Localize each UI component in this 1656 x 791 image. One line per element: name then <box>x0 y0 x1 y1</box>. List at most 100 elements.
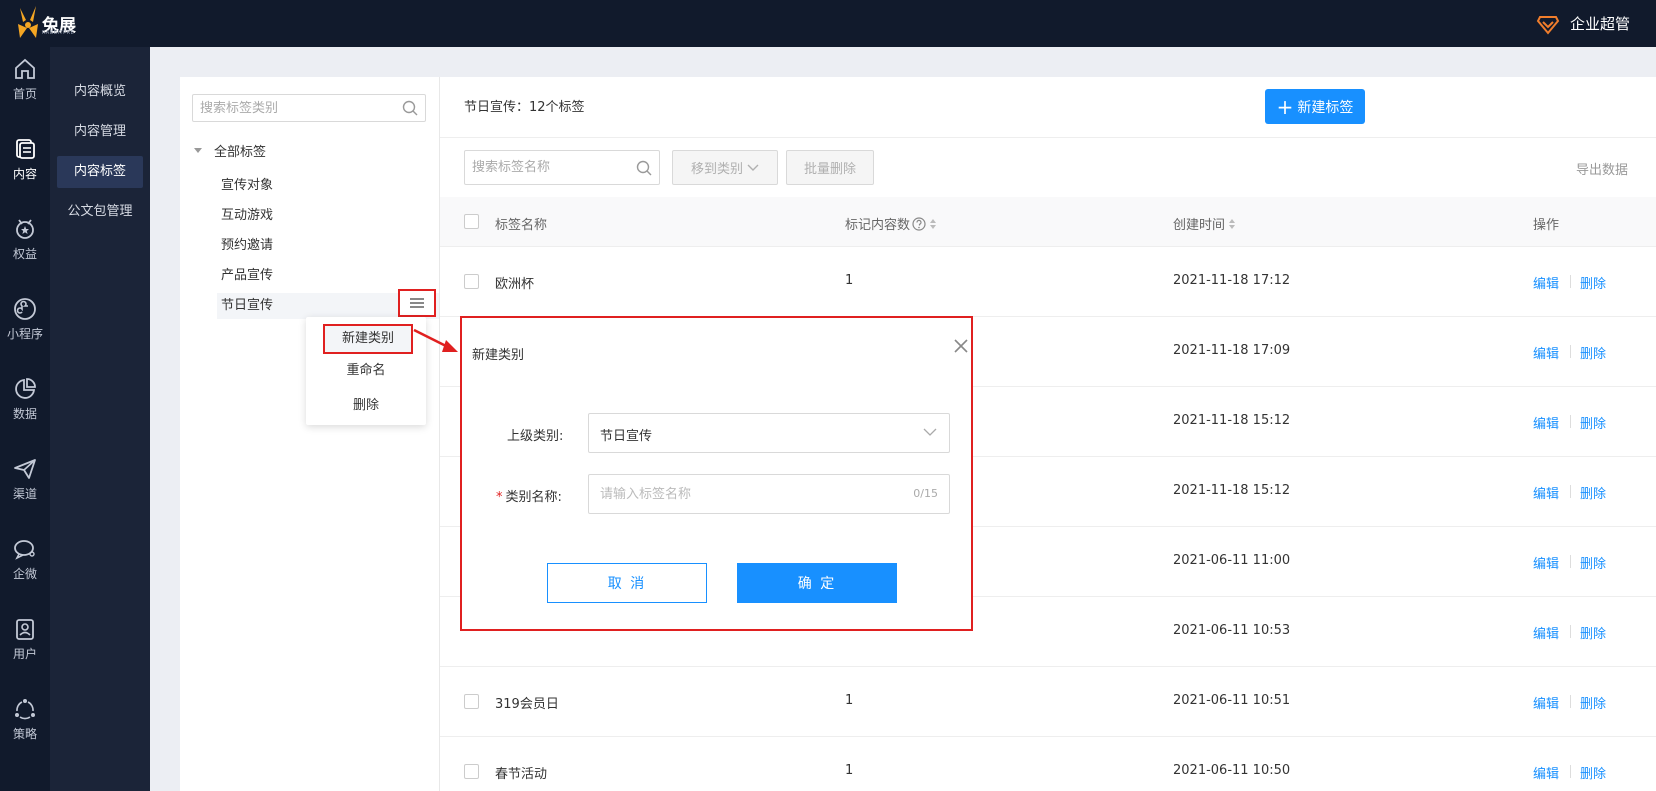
tag-created: 2021-11-18 15:12 <box>1173 483 1291 498</box>
help-circle-icon[interactable] <box>912 216 926 231</box>
tag-created: 2021-11-18 17:12 <box>1173 273 1291 288</box>
nav-item-miniprogram[interactable]: 小程序 <box>0 287 50 351</box>
search-icon[interactable] <box>636 160 652 176</box>
row-checkbox[interactable] <box>464 274 479 289</box>
edit-link[interactable]: 编辑 <box>1533 413 1559 432</box>
category-tree-panel: 全部标签 宣传对象 互动游戏 预约邀请 产品宣传 节日宣传 <box>180 77 440 791</box>
op-separator <box>1570 485 1571 498</box>
parent-category-select[interactable]: 节日宣传 <box>588 413 950 453</box>
caret-down-icon[interactable] <box>194 147 202 153</box>
edit-link[interactable]: 编辑 <box>1533 553 1559 572</box>
delete-link[interactable]: 删除 <box>1580 413 1606 432</box>
edit-link[interactable]: 编辑 <box>1533 693 1559 712</box>
tag-count: 1 <box>845 273 854 288</box>
delete-link[interactable]: 删除 <box>1580 763 1606 782</box>
edit-link[interactable]: 编辑 <box>1533 623 1559 642</box>
primary-nav: 首页 内容 权益 小程序 数据 渠道 企微 用户 策略 <box>0 47 50 791</box>
search-icon[interactable] <box>402 100 418 116</box>
edit-link[interactable]: 编辑 <box>1533 343 1559 362</box>
tree-root-all-tags[interactable]: 全部标签 <box>192 138 266 162</box>
nav-item-channel[interactable]: 渠道 <box>0 447 50 511</box>
edit-link[interactable]: 编辑 <box>1533 273 1559 292</box>
table-row: 欧洲杯 1 2021-11-18 17:12 编辑 删除 <box>440 247 1656 317</box>
submenu-item-content-tags[interactable]: 内容标签 <box>57 156 143 188</box>
nav-item-user[interactable]: 用户 <box>0 607 50 671</box>
new-tag-button-label: 新建标签 <box>1297 99 1354 116</box>
tag-search[interactable] <box>464 150 660 185</box>
tree-node[interactable]: 互动游戏 <box>217 203 439 229</box>
nav-item-rights[interactable]: 权益 <box>0 207 50 271</box>
parent-category-value: 节日宣传 <box>600 429 653 444</box>
chat-icon <box>14 539 35 560</box>
delete-link[interactable]: 删除 <box>1580 273 1606 292</box>
ctx-rename[interactable]: 重命名 <box>306 354 426 388</box>
nav-item-content[interactable]: 内容 <box>0 127 50 191</box>
submenu-item-overview[interactable]: 内容概览 <box>57 76 143 108</box>
tag-created: 2021-06-11 10:53 <box>1173 623 1291 638</box>
divider <box>440 137 1656 138</box>
edit-link[interactable]: 编辑 <box>1533 763 1559 782</box>
op-separator <box>1570 555 1571 568</box>
tag-name: 春节活动 <box>495 767 548 782</box>
parent-category-label: 上级类别: <box>507 429 564 444</box>
column-header-count-label: 标记内容数 <box>845 218 911 233</box>
tag-name: 欧洲杯 <box>495 277 535 292</box>
new-category-dialog: 新建类别 上级类别: 节日宣传 *类别名称: 0/15 取 消 确 定 <box>460 316 973 631</box>
column-header-count[interactable]: 标记内容数 <box>845 214 937 233</box>
delete-link[interactable]: 删除 <box>1580 553 1606 572</box>
delete-link[interactable]: 删除 <box>1580 693 1606 712</box>
ctx-new-category[interactable]: 新建类别 <box>323 324 413 354</box>
nav-item-wecom[interactable]: 企微 <box>0 527 50 591</box>
move-to-category-button[interactable]: 移到类别 <box>672 150 778 185</box>
batch-delete-button[interactable]: 批量删除 <box>786 150 874 185</box>
export-data-link[interactable]: 导出数据 <box>1576 159 1656 178</box>
user-card-icon <box>16 618 34 640</box>
submenu-item-briefcase[interactable]: 公文包管理 <box>57 196 143 228</box>
edit-link[interactable]: 编辑 <box>1533 483 1559 502</box>
nav-item-strategy[interactable]: 策略 <box>0 687 50 751</box>
tree-node[interactable]: 宣传对象 <box>217 173 439 199</box>
miniprogram-icon <box>14 297 36 320</box>
tree-node[interactable]: 产品宣传 <box>217 263 439 289</box>
new-tag-button[interactable]: + 新建标签 <box>1265 89 1365 124</box>
strategy-icon <box>15 698 35 719</box>
delete-link[interactable]: 删除 <box>1580 483 1606 502</box>
nav-item-home[interactable]: 首页 <box>0 47 50 111</box>
op-separator <box>1570 415 1571 428</box>
row-checkbox[interactable] <box>464 764 479 779</box>
sort-icon[interactable] <box>930 218 937 229</box>
diamond-crown-icon <box>1536 16 1560 35</box>
tree-node[interactable]: 预约邀请 <box>217 233 439 259</box>
cancel-button[interactable]: 取 消 <box>547 563 707 603</box>
node-more-button[interactable] <box>398 289 436 317</box>
sort-icon[interactable] <box>1229 218 1236 229</box>
select-all-checkbox[interactable] <box>464 214 479 229</box>
nav-label: 小程序 <box>6 326 43 341</box>
category-search[interactable] <box>192 94 426 122</box>
category-name-field[interactable]: 0/15 <box>588 474 950 514</box>
ctx-delete[interactable]: 删除 <box>306 389 426 423</box>
tag-name: 319会员日 <box>495 697 559 712</box>
submenu-item-content-manage[interactable]: 内容管理 <box>57 116 143 148</box>
column-header-created[interactable]: 创建时间 <box>1173 214 1236 233</box>
node-context-menu: 新建类别 重命名 删除 <box>306 317 426 425</box>
nav-item-data[interactable]: 数据 <box>0 367 50 431</box>
category-search-input[interactable] <box>193 95 393 121</box>
delete-link[interactable]: 删除 <box>1580 343 1606 362</box>
close-icon[interactable] <box>953 338 969 354</box>
home-icon <box>15 58 35 79</box>
logo-subtext: RABBITPRE <box>42 30 75 36</box>
category-name-input[interactable] <box>589 475 879 513</box>
delete-link[interactable]: 删除 <box>1580 623 1606 642</box>
op-separator <box>1570 695 1571 708</box>
confirm-button[interactable]: 确 定 <box>737 563 897 603</box>
row-checkbox[interactable] <box>464 694 479 709</box>
user-menu[interactable]: 企业超管 <box>1536 10 1630 36</box>
user-name: 企业超管 <box>1569 14 1630 33</box>
plus-icon: + <box>1276 94 1294 119</box>
rabbit-logo-icon[interactable] <box>14 4 44 42</box>
nav-label: 渠道 <box>12 486 37 501</box>
tags-panel-title: 节日宣传：12个标签 <box>464 100 585 115</box>
tag-created: 2021-11-18 15:12 <box>1173 413 1291 428</box>
tag-search-input[interactable] <box>465 151 625 184</box>
